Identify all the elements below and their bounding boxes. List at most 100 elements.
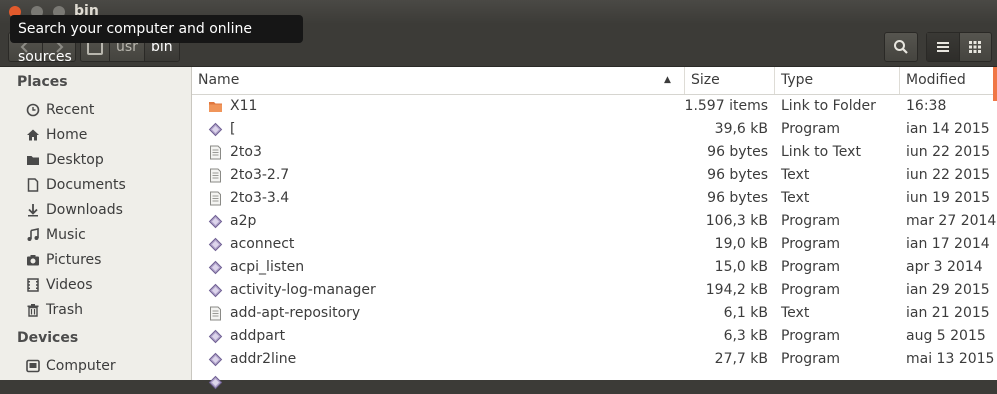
file-size: 15,0 kB bbox=[714, 259, 768, 275]
sidebar-item-pictures[interactable]: Pictures bbox=[26, 249, 101, 271]
file-modified: ian 17 2014 bbox=[906, 236, 990, 252]
sidebar-item-videos[interactable]: Videos bbox=[26, 274, 93, 296]
table-row[interactable]: addpart 6,3 kB Program aug 5 2015 bbox=[192, 325, 997, 348]
file-size bbox=[648, 371, 768, 394]
file-type: Program bbox=[781, 282, 841, 298]
sidebar-item-label: Videos bbox=[46, 277, 93, 293]
sidebar-item-documents[interactable]: Documents bbox=[26, 174, 126, 196]
text-file-icon bbox=[208, 191, 223, 206]
sidebar-item-label: Home bbox=[46, 127, 88, 143]
file-name: 2to3 bbox=[230, 144, 262, 160]
sidebar-item-label: Trash bbox=[46, 302, 83, 318]
file-name: X11 bbox=[230, 98, 258, 114]
file-name: aconnect bbox=[230, 236, 295, 252]
table-row[interactable]: [39,6 kB Program ian 14 2015 bbox=[192, 118, 997, 141]
grid-view-button[interactable] bbox=[958, 33, 992, 61]
document-icon bbox=[26, 178, 40, 192]
column-header: Name ▲ Size Type Modified bbox=[192, 67, 997, 95]
table-row[interactable]: aconnect 19,0 kB Program ian 17 2014 bbox=[192, 233, 997, 256]
table-row[interactable]: 2to3-3.4 96 bytes Text iun 19 2015 bbox=[192, 187, 997, 210]
file-modified: iun 19 2015 bbox=[906, 190, 990, 206]
file-modified: aug 5 2015 bbox=[906, 328, 986, 344]
places-heading: Places bbox=[17, 74, 68, 90]
sidebar-item-trash[interactable]: Trash bbox=[26, 299, 83, 321]
executable-icon bbox=[208, 237, 223, 252]
file-name: [ bbox=[230, 121, 236, 137]
column-modified[interactable]: Modified bbox=[899, 67, 997, 94]
folder-icon bbox=[26, 153, 40, 167]
home-icon bbox=[26, 128, 40, 142]
file-size: 1.597 items bbox=[684, 98, 768, 114]
download-icon bbox=[26, 203, 40, 217]
file-name: add-apt-repository bbox=[230, 305, 361, 321]
file-size: 106,3 kB bbox=[705, 213, 768, 229]
search-button[interactable] bbox=[884, 32, 918, 62]
sidebar-item-label: Desktop bbox=[46, 152, 104, 168]
sidebar-item-recent[interactable]: Recent bbox=[26, 99, 94, 121]
sidebar-item-home[interactable]: Home bbox=[26, 124, 87, 146]
devices-heading: Devices bbox=[17, 330, 79, 346]
clock-icon bbox=[26, 103, 40, 117]
table-row[interactable]: addr2line 27,7 kB Program mai 13 2015 bbox=[192, 348, 997, 371]
file-name: activity-log-manager bbox=[230, 282, 376, 298]
table-row[interactable] bbox=[192, 371, 997, 394]
table-row[interactable]: activity-log-manager 194,2 kB Program ian 2… bbox=[192, 279, 997, 302]
file-name: 2to3-3.4 bbox=[230, 190, 290, 206]
file-size: 6,3 kB bbox=[723, 328, 768, 344]
file-type: Text bbox=[781, 190, 810, 206]
drive-icon bbox=[26, 359, 40, 373]
list-view-button[interactable] bbox=[927, 33, 959, 61]
text-file-icon bbox=[208, 145, 223, 160]
search-tooltip: Search your computer and online sources bbox=[10, 15, 303, 65]
file-size: 27,7 kB bbox=[714, 351, 768, 367]
file-type: Program bbox=[781, 121, 841, 137]
table-row[interactable]: X11 1.597 items Link to Folder 16:38 bbox=[192, 95, 997, 118]
file-size: 19,0 kB bbox=[714, 236, 768, 252]
file-type: Text bbox=[781, 167, 810, 183]
file-size: 6,1 kB bbox=[723, 305, 768, 321]
trash-icon bbox=[26, 303, 40, 317]
file-type: Program bbox=[781, 328, 841, 344]
file-modified: mar 27 2014 bbox=[906, 213, 997, 229]
file-type: Program bbox=[781, 236, 841, 252]
file-type: Link to Text bbox=[781, 144, 861, 160]
file-type: Program bbox=[781, 259, 841, 275]
file-modified: 16:38 bbox=[906, 98, 947, 114]
table-row[interactable]: add-apt-repository 6,1 kB Text ian 21 2015 bbox=[192, 302, 997, 325]
column-size[interactable]: Size bbox=[684, 67, 774, 94]
sidebar-item-downloads[interactable]: Downloads bbox=[26, 199, 123, 221]
file-modified: iun 22 2015 bbox=[906, 167, 990, 183]
sidebar-item-music[interactable]: Music bbox=[26, 224, 86, 246]
file-modified: iun 22 2015 bbox=[906, 144, 990, 160]
sidebar: Places Recent Home Desktop Documents Dow… bbox=[0, 67, 192, 380]
table-row[interactable]: 2to3-2.7 96 bytes Text iun 22 2015 bbox=[192, 164, 997, 187]
file-type: Text bbox=[781, 305, 810, 321]
sort-ascending-icon: ▲ bbox=[664, 75, 671, 85]
sidebar-item-label: Documents bbox=[46, 177, 126, 193]
sidebar-item-label: Computer bbox=[46, 358, 116, 374]
column-type[interactable]: Type bbox=[774, 67, 899, 94]
film-icon bbox=[26, 278, 40, 292]
file-modified: ian 29 2015 bbox=[906, 282, 990, 298]
music-icon bbox=[26, 228, 40, 242]
file-list: Name ▲ Size Type Modified X11 1.597 items… bbox=[192, 67, 997, 390]
file-modified: mai 13 2015 bbox=[906, 351, 995, 367]
sidebar-item-label: Recent bbox=[46, 102, 95, 118]
column-name[interactable]: Name bbox=[192, 67, 684, 94]
sidebar-item-computer[interactable]: Computer bbox=[26, 355, 116, 377]
file-type: Program bbox=[781, 213, 841, 229]
table-row[interactable]: a2p 106,3 kB Program mar 27 2014 bbox=[192, 210, 997, 233]
executable-icon bbox=[208, 260, 223, 275]
file-modified: ian 21 2015 bbox=[906, 305, 990, 321]
file-size: 194,2 kB bbox=[705, 282, 768, 298]
sidebar-item-label: Pictures bbox=[46, 252, 102, 268]
text-file-icon bbox=[208, 168, 223, 183]
table-row[interactable]: 2to3 96 bytes Link to Text iun 22 2015 bbox=[192, 141, 997, 164]
camera-icon bbox=[26, 253, 40, 267]
sidebar-item-desktop[interactable]: Desktop bbox=[26, 149, 104, 171]
grid-icon bbox=[969, 41, 982, 53]
list-icon bbox=[936, 42, 949, 52]
table-row[interactable]: acpi_listen 15,0 kB Program apr 3 2014 bbox=[192, 256, 997, 279]
search-icon bbox=[894, 40, 908, 54]
executable-icon bbox=[208, 375, 223, 390]
